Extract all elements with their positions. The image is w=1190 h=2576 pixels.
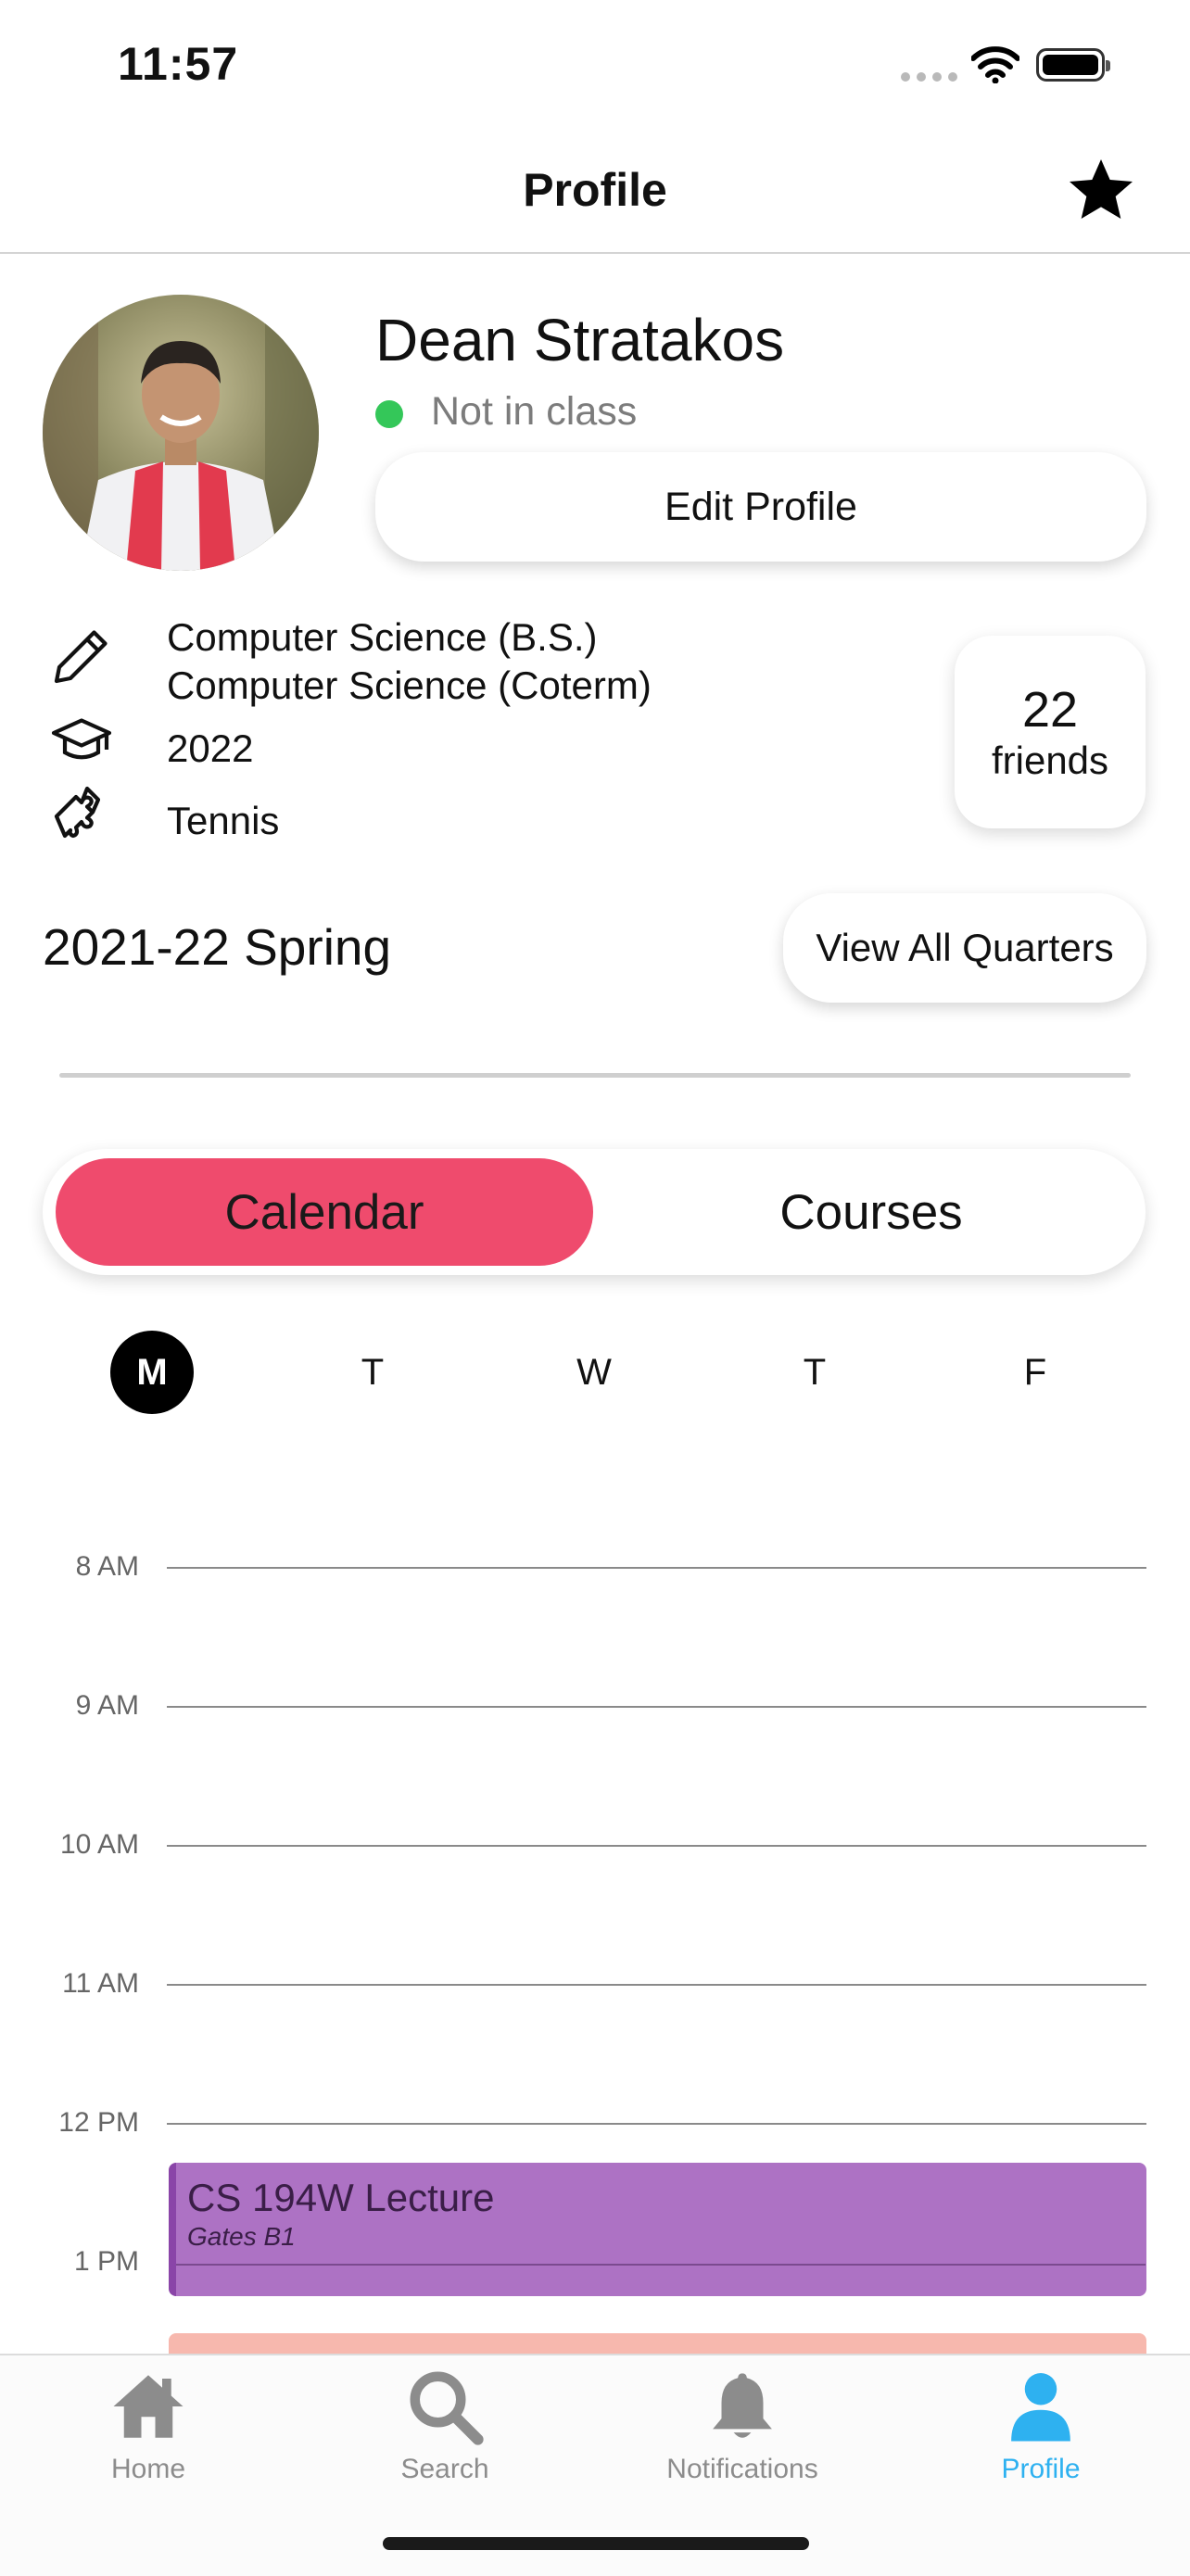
hour-label: 1 PM <box>73 2246 139 2277</box>
tab-home[interactable]: Home <box>46 2365 250 2485</box>
graduation-year: 2022 <box>167 726 254 770</box>
person-icon <box>1011 2373 1070 2442</box>
day-thursday[interactable]: T <box>773 1331 856 1414</box>
avatar <box>43 295 319 571</box>
tab-courses[interactable]: Courses <box>602 1158 1140 1266</box>
hour-label: 12 PM <box>58 2107 139 2138</box>
search-icon <box>410 2371 484 2445</box>
hour-line <box>167 1706 1146 1708</box>
hour-label: 9 AM <box>75 1690 139 1721</box>
hour-label: 11 AM <box>62 1968 139 1999</box>
page-title: Profile <box>523 164 667 216</box>
friends-count: 22 <box>1021 682 1079 738</box>
status-text: Not in class <box>431 389 638 434</box>
activity: Tennis <box>167 799 280 842</box>
wifi-icon <box>971 46 1019 83</box>
puzzle-piece-icon <box>54 786 101 839</box>
tab-calendar[interactable]: Calendar <box>56 1158 593 1266</box>
quarter-title: 2021-22 Spring <box>43 918 392 976</box>
day-wednesday[interactable]: W <box>552 1331 636 1414</box>
tab-profile-label: Profile <box>1001 2454 1081 2484</box>
star-icon[interactable] <box>1064 154 1138 228</box>
home-indicator[interactable] <box>383 2537 809 2550</box>
hour-line <box>167 1984 1146 1986</box>
event-location: Gates B1 <box>187 2222 296 2251</box>
hour-line <box>167 1845 1146 1847</box>
hour-label: 10 AM <box>59 1829 139 1860</box>
graduation-cap-icon <box>51 718 112 760</box>
day-tuesday[interactable]: T <box>331 1331 414 1414</box>
tab-home-label: Home <box>110 2454 186 2484</box>
hour-line <box>167 2123 1146 2125</box>
battery-icon <box>1036 48 1110 82</box>
hour-line <box>176 2264 1146 2266</box>
edit-profile-button[interactable]: Edit Profile <box>375 452 1146 562</box>
friends-label: friends <box>991 739 1109 782</box>
tab-search-label: Search <box>400 2454 489 2484</box>
cellular-signal-icon <box>901 72 957 82</box>
tab-profile[interactable]: Profile <box>939 2365 1143 2485</box>
major-primary: Computer Science (B.S.) <box>167 615 598 659</box>
view-all-quarters-button[interactable]: View All Quarters <box>783 893 1146 1003</box>
nav-divider <box>0 252 1190 254</box>
status-indicator-icon <box>375 400 403 428</box>
pencil-icon <box>54 630 108 684</box>
home-icon <box>113 2375 184 2438</box>
friends-count-button[interactable]: 22 friends <box>955 636 1146 828</box>
event-title: CS 194W Lecture <box>187 2176 495 2219</box>
bell-icon <box>713 2373 772 2438</box>
status-time: 11:57 <box>118 38 239 90</box>
tab-search[interactable]: Search <box>343 2365 547 2485</box>
calendar-event[interactable]: CS 194W Lecture Gates B1 <box>169 2163 1146 2296</box>
tab-notifications[interactable]: Notifications <box>640 2365 844 2485</box>
hour-label: 8 AM <box>75 1551 139 1582</box>
hour-line <box>167 1567 1146 1569</box>
section-divider <box>59 1073 1131 1078</box>
day-friday[interactable]: F <box>994 1331 1077 1414</box>
day-monday[interactable]: M <box>110 1331 194 1414</box>
tab-notifications-label: Notifications <box>666 2454 818 2484</box>
profile-name: Dean Stratakos <box>375 307 785 373</box>
major-secondary: Computer Science (Coterm) <box>167 663 652 707</box>
